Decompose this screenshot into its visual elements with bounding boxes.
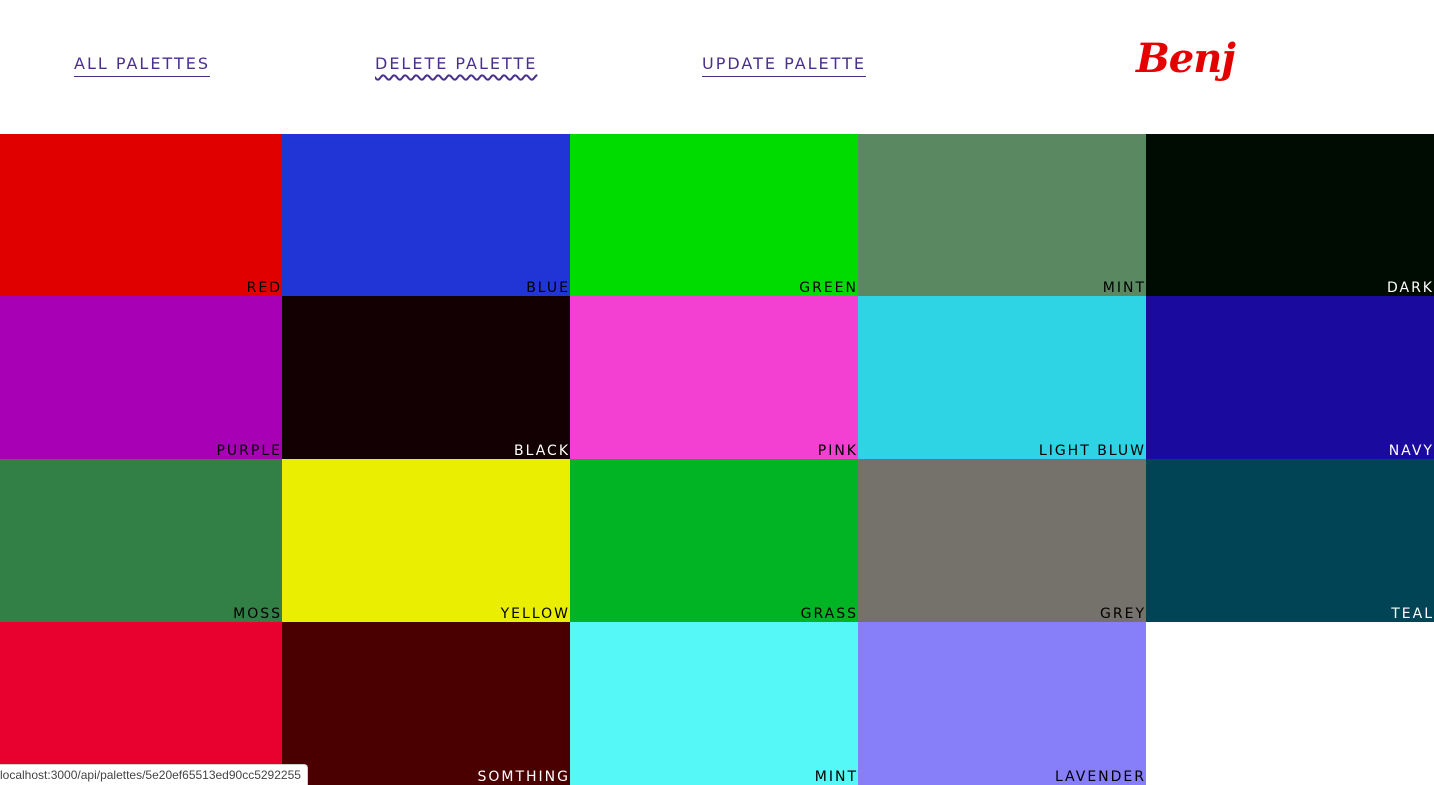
color-swatch[interactable]: RED	[0, 134, 282, 296]
swatch-color-name: PURPLE	[216, 443, 282, 459]
color-swatch[interactable]: BLUE	[282, 134, 570, 296]
color-swatch[interactable]: GRASS	[570, 459, 858, 622]
color-swatch[interactable]: MOSS	[0, 459, 282, 622]
color-swatch[interactable]: NAVY	[1146, 296, 1434, 459]
status-bar-url: localhost:3000/api/palettes/5e20ef65513e…	[0, 764, 308, 785]
delete-palette-link[interactable]: DELETE PALETTE	[375, 54, 537, 76]
update-palette-link[interactable]: UPDATE PALETTE	[702, 54, 867, 77]
swatch-color-name: NAVY	[1388, 443, 1434, 459]
color-swatch[interactable]: SOMTHING	[282, 622, 570, 785]
swatch-color-name: GREEN	[799, 280, 858, 296]
swatch-color-name: GRASS	[800, 606, 858, 622]
color-swatch[interactable]: MINT	[570, 622, 858, 785]
color-swatch[interactable]: LAVENDER	[858, 622, 1146, 785]
color-swatch[interactable]: LIGHT BLUW	[858, 296, 1146, 459]
color-swatch[interactable]: DARK	[1146, 134, 1434, 296]
swatch-color-name: GREY	[1100, 606, 1146, 622]
all-palettes-link[interactable]: ALL PALETTES	[74, 54, 210, 77]
palette-name: Benj	[1136, 35, 1236, 82]
swatch-color-name: BLACK	[513, 443, 570, 459]
color-swatch[interactable]: PURPLE	[0, 296, 282, 459]
swatch-color-name: MINT	[1102, 280, 1146, 296]
swatch-color-name: TEAL	[1391, 606, 1434, 622]
swatch-grid: RED BLUE GREEN MINT DARK PURPLE BLACK PINK LIGHT…	[0, 134, 1434, 785]
swatch-color-name: BLUE	[526, 280, 570, 296]
color-swatch[interactable]: GREY	[858, 459, 1146, 622]
swatch-color-name: MOSS	[233, 606, 282, 622]
swatch-color-name: RED	[246, 280, 282, 296]
swatch-color-name: DARK	[1386, 280, 1434, 296]
color-swatch[interactable]: MINT	[858, 134, 1146, 296]
header: ALL PALETTES DELETE PALETTE UPDATE PALET…	[0, 0, 1434, 134]
color-swatch[interactable]: TEAL	[1146, 459, 1434, 622]
color-swatch[interactable]: YELLOW	[282, 459, 570, 622]
swatch-color-name: PINK	[817, 443, 858, 459]
swatch-color-name: LIGHT BLUW	[1038, 443, 1146, 459]
swatch-color-name: SOMTHING	[477, 769, 570, 785]
color-swatch[interactable]	[0, 622, 282, 785]
swatch-color-name: MINT	[814, 769, 858, 785]
color-swatch[interactable]: BLACK	[282, 296, 570, 459]
swatch-color-name: YELLOW	[500, 606, 570, 622]
swatch-color-name: LAVENDER	[1054, 769, 1146, 785]
color-swatch[interactable]: GREEN	[570, 134, 858, 296]
color-swatch[interactable]: PINK	[570, 296, 858, 459]
